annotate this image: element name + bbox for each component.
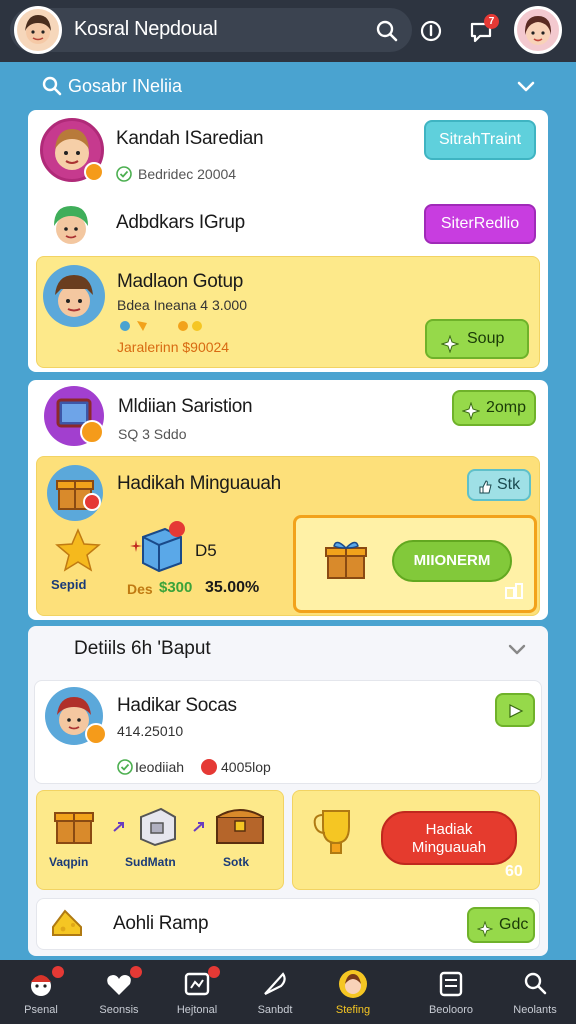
detail-row-card[interactable]: Hadikar Socas 414.25010 Ieodiiah 4005lop [34,680,542,784]
profile-icon [339,970,367,998]
search-icon [42,76,62,96]
row-avatar [44,198,98,252]
last-row-card[interactable]: Aohli Ramp Gdc [36,898,540,950]
row-title: Adbdkars IGrup [116,212,245,233]
check-icon [116,166,132,182]
sparkle-icon [440,331,460,354]
alert-badge [83,493,101,511]
nav-item-sanbdt[interactable]: Sanbdt [234,960,316,1024]
row-count: 4005lop [221,759,271,775]
chest-icon[interactable] [213,801,267,847]
soup-button[interactable]: Soup [425,319,529,359]
nav-item-seonsis[interactable]: Seonsis [78,960,160,1024]
row-action-button[interactable]: Stk [467,469,531,501]
nav-item-neolants[interactable]: Neolants [494,960,576,1024]
section-label: Gosabr INeliia [68,76,183,96]
play-icon [509,704,524,718]
bottom-navigation: Psenal Seonsis Hejtonal Sanbdt Stefing B… [0,960,576,1024]
status-badge [84,162,104,182]
notification-badge: 7 [484,14,499,29]
list-icon [439,971,463,997]
search-person-icon [524,972,547,995]
mingu-button[interactable]: Hadiak Minguauah [381,811,517,865]
section-title: Detiils 6h 'Baput [74,638,211,659]
user-avatar[interactable] [14,6,62,54]
row-title: Madlaon Gotup [117,271,244,292]
item-label: Sotk [223,855,250,869]
corner-value: 60 [505,863,523,880]
search-icon[interactable] [372,16,402,46]
row-avatar [43,265,105,327]
nav-badge [130,966,142,978]
row-title: Mldiian Saristion [118,396,253,417]
alert-badge [201,759,217,775]
thumb-icon [477,477,493,494]
arrow-icon [193,822,204,832]
nav-badge [52,966,64,978]
reward-card: Hadikah Minguauah Stk Sepid D5 Des $300 … [36,456,540,616]
row-price: Jaralerinn $90024 [117,339,230,355]
row-subtitle: SQ 3 Sddo [118,426,187,442]
group-list-panel: Kandah ISaredian Bedridec 20004 SitrahTr… [28,110,548,372]
trophy-icon [313,810,350,854]
row-action-button[interactable]: 2omp [452,390,536,426]
section-search-row[interactable]: Gosabr INeliia [28,68,548,104]
profile-avatar[interactable] [514,6,562,54]
star-icon [55,528,101,572]
status-badge [85,723,107,745]
sparkle-icon [476,917,494,938]
row-subtitle: Bdea Ineana 4 3.000 [117,297,248,313]
claim-button[interactable]: MIIONERM [392,540,512,582]
chevron-down-icon[interactable] [514,74,538,98]
top-bar: Kosral Nepdoual 7 [0,0,576,62]
highlight-card[interactable]: Madlaon Gotup Bdea Ineana 4 3.000 Jarale… [36,256,540,368]
sparkle-icon [461,400,481,421]
price-main: 35.00% [205,579,260,596]
check-icon [117,759,133,775]
nav-item-hejtonal[interactable]: Hejtonal [156,960,238,1024]
items-card: Vaqpin SudMatn Sotk [36,790,284,890]
nav-item-psenal[interactable]: Psenal [0,960,82,1024]
chevron-down-icon[interactable] [506,638,528,660]
item-label: Vaqpin [49,855,89,869]
notification-button[interactable]: 7 [464,14,499,48]
price-old: Des [127,581,153,597]
row-action-button[interactable]: SitrahTraint [424,120,536,160]
nav-item-stefing[interactable]: Stefing [312,960,394,1024]
info-icon[interactable] [416,16,446,46]
reward-icons [117,317,217,335]
sparkle-icon [505,583,523,599]
price-green: $300 [159,579,193,596]
item-label: SudMatn [125,855,176,869]
nav-badge [208,966,220,978]
lock-box-icon[interactable] [135,803,179,847]
gift-box-icon[interactable] [51,803,97,847]
row-title: Aohli Ramp [113,913,209,934]
status-badge [80,420,104,444]
gift-box-icon [325,541,367,579]
row-title: Hadikar Socas [117,695,237,716]
mingu-card: Hadiak Minguauah 60 [292,790,540,890]
row-status: Ieodiiah [135,759,185,775]
reward-panel: Mldiian Saristion SQ 3 Sddo 2omp Hadikah… [28,380,548,620]
play-button[interactable] [495,693,535,727]
app-title: Kosral Nepdoual [74,18,218,40]
arrow-icon [113,822,124,832]
alert-badge [169,521,185,537]
star-label: Sepid [51,577,87,592]
row-title: Hadikah Minguauah [117,473,281,494]
row-action-button[interactable]: SiterRedlio [424,204,536,244]
row-subtitle: 414.25010 [117,723,184,739]
claim-reward-box[interactable]: MIIONERM [293,515,537,613]
gem-value: D5 [195,541,217,560]
details-panel: Hadikar Socas 414.25010 Ieodiiah 4005lop [28,626,548,956]
row-action-button[interactable]: Gdc [467,907,535,943]
feather-icon [264,972,286,995]
cheese-icon [52,909,82,936]
row-subtitle: Bedridec 20004 [138,166,237,182]
nav-item-beolooro[interactable]: Beolooro [410,960,492,1024]
row-title: Kandah ISaredian [116,128,264,149]
